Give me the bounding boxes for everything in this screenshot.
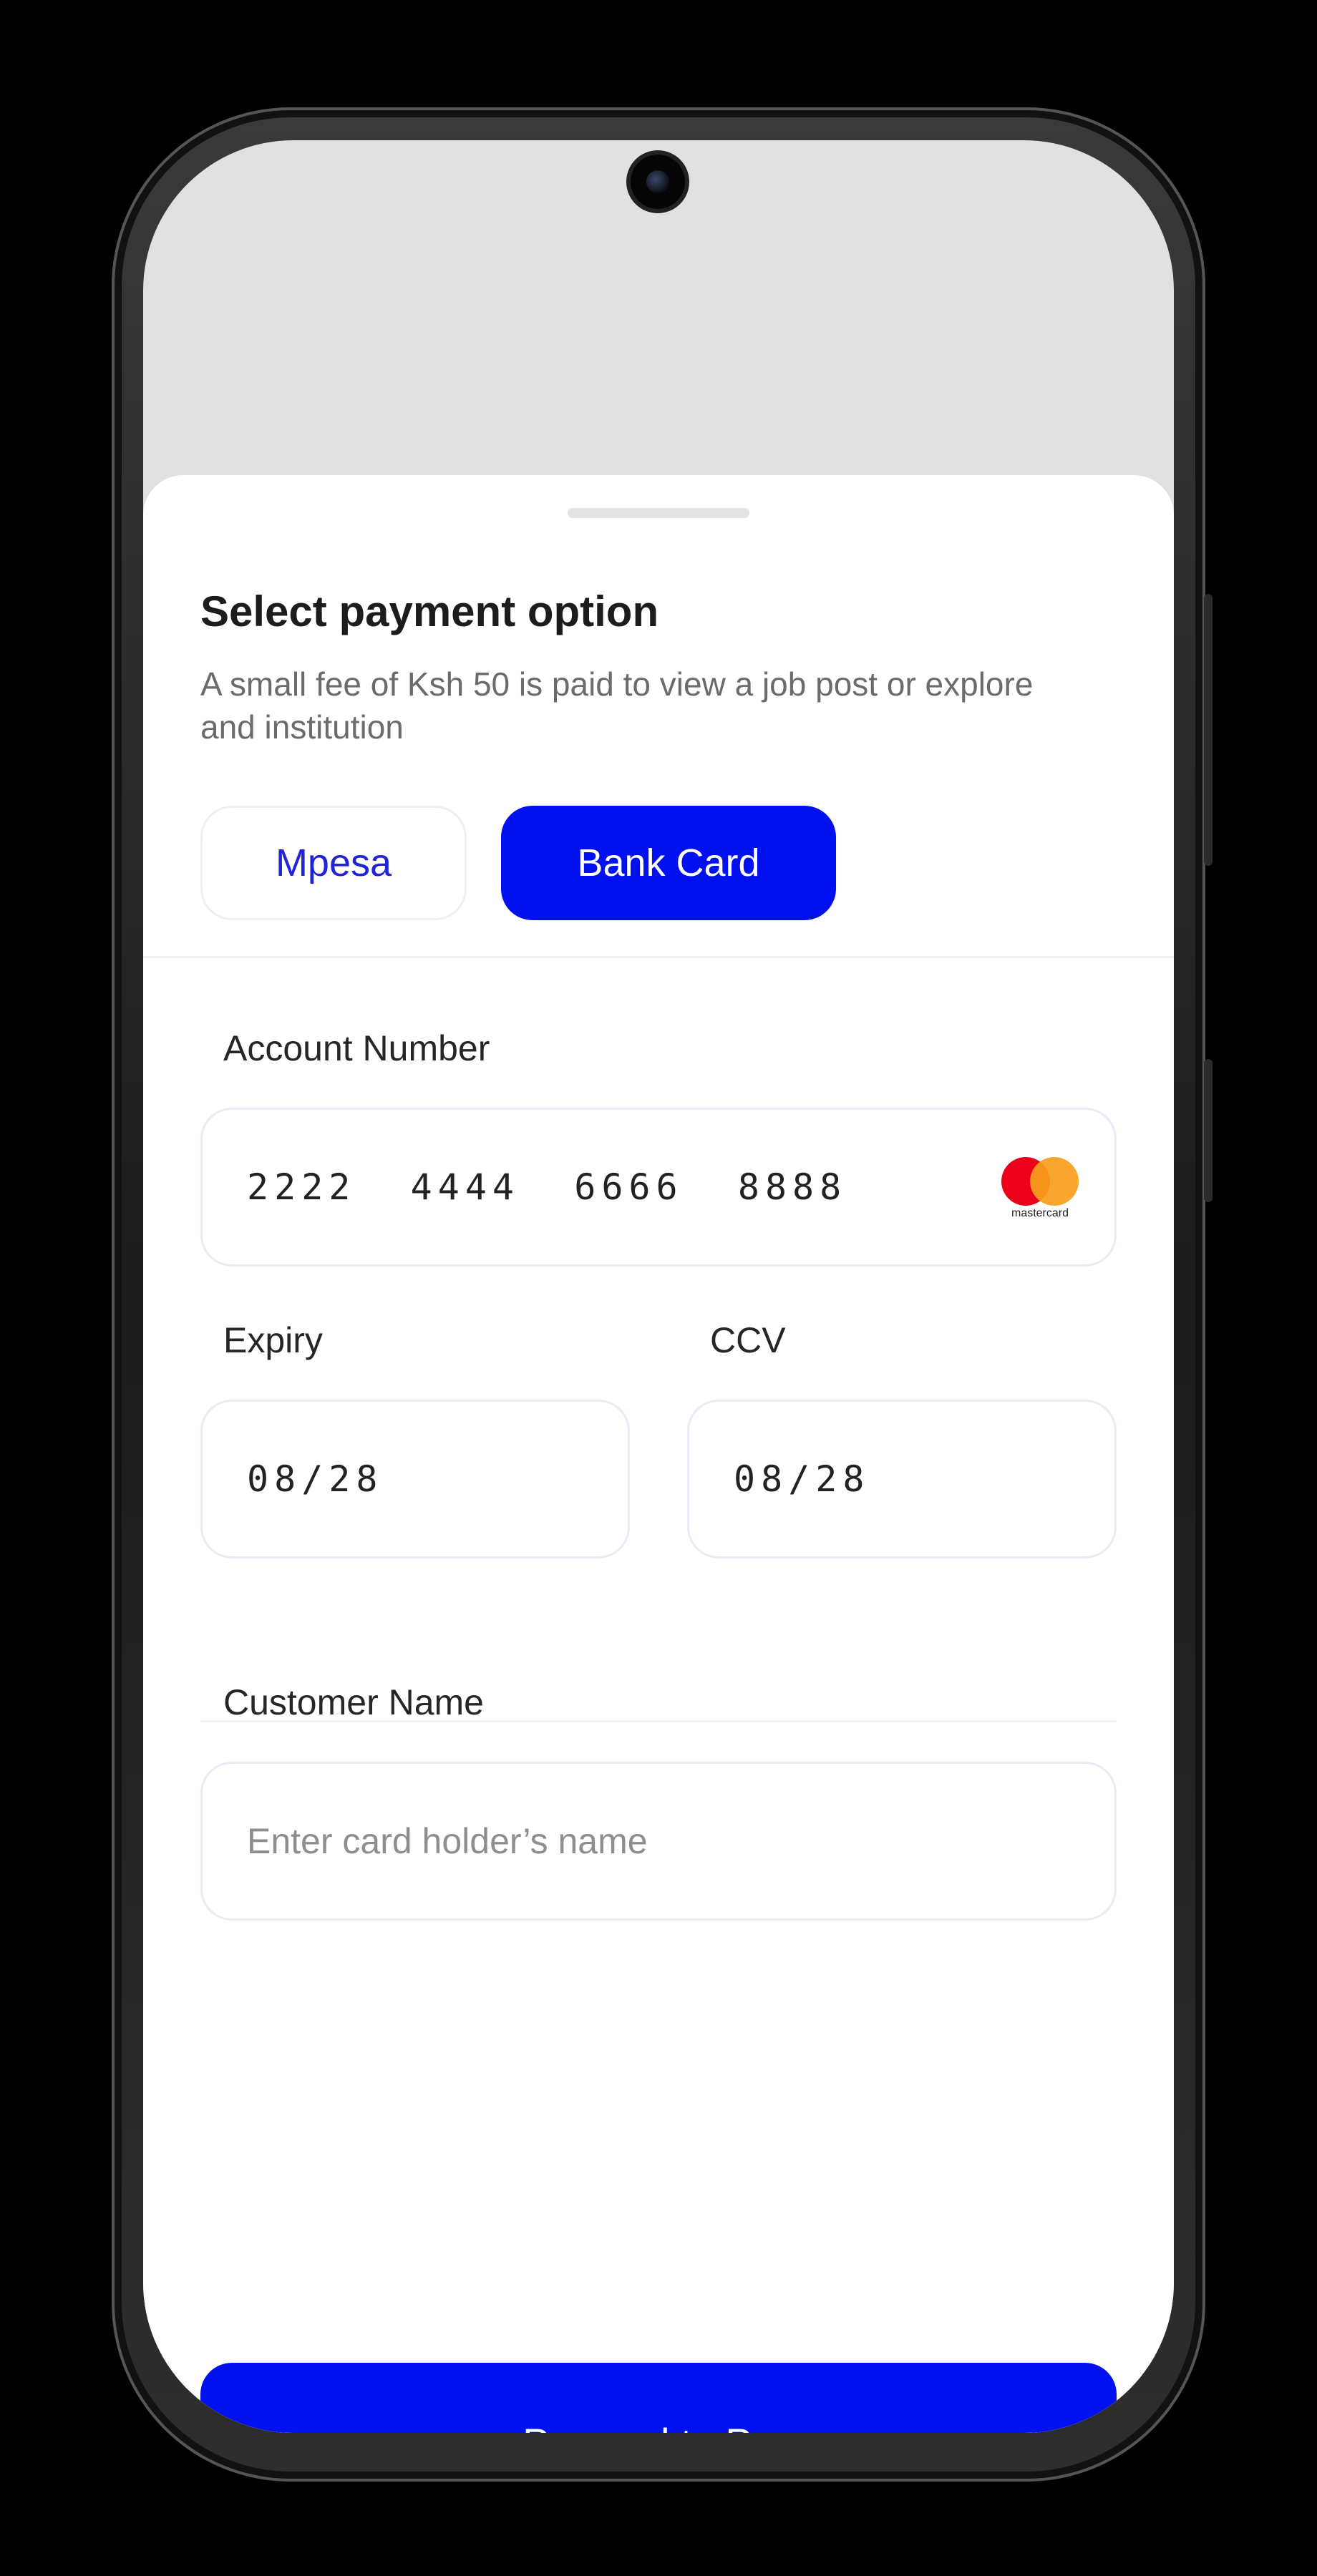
power-button	[1204, 1059, 1212, 1202]
sheet-drag-handle[interactable]	[568, 508, 749, 518]
expiry-input[interactable]: 08/28	[200, 1400, 630, 1558]
front-camera	[631, 155, 685, 209]
phone-screen: Select payment option A small fee of Ksh…	[143, 140, 1174, 2433]
account-number-value: 2222 4444 6666 8888	[247, 1166, 847, 1208]
account-number-input[interactable]: 2222 4444 6666 8888 mastercard	[200, 1108, 1117, 1267]
mastercard-icon: mastercard	[1001, 1157, 1079, 1220]
customer-name-input[interactable]: Enter card holder’s name	[200, 1762, 1117, 1921]
customer-name-label: Customer Name	[223, 1682, 484, 1722]
ccv-value: 08/28	[734, 1458, 870, 1500]
proceed-to-pay-button[interactable]: Procced to Pay	[200, 2363, 1117, 2433]
divider	[143, 956, 1174, 958]
tab-bank-card[interactable]: Bank Card	[501, 806, 836, 920]
tab-mpesa[interactable]: Mpesa	[200, 806, 467, 920]
ccv-label: CCV	[710, 1320, 786, 1360]
expiry-value: 08/28	[247, 1458, 384, 1500]
sheet-title: Select payment option	[200, 587, 659, 635]
expiry-label: Expiry	[223, 1320, 323, 1360]
volume-button	[1204, 594, 1212, 866]
sheet-subtitle: A small fee of Ksh 50 is paid to view a …	[200, 665, 1034, 746]
payment-bottom-sheet: Select payment option A small fee of Ksh…	[143, 475, 1174, 2433]
customer-name-placeholder: Enter card holder’s name	[247, 1821, 648, 1861]
ccv-input[interactable]: 08/28	[687, 1400, 1117, 1558]
account-number-label: Account Number	[223, 1028, 490, 1068]
